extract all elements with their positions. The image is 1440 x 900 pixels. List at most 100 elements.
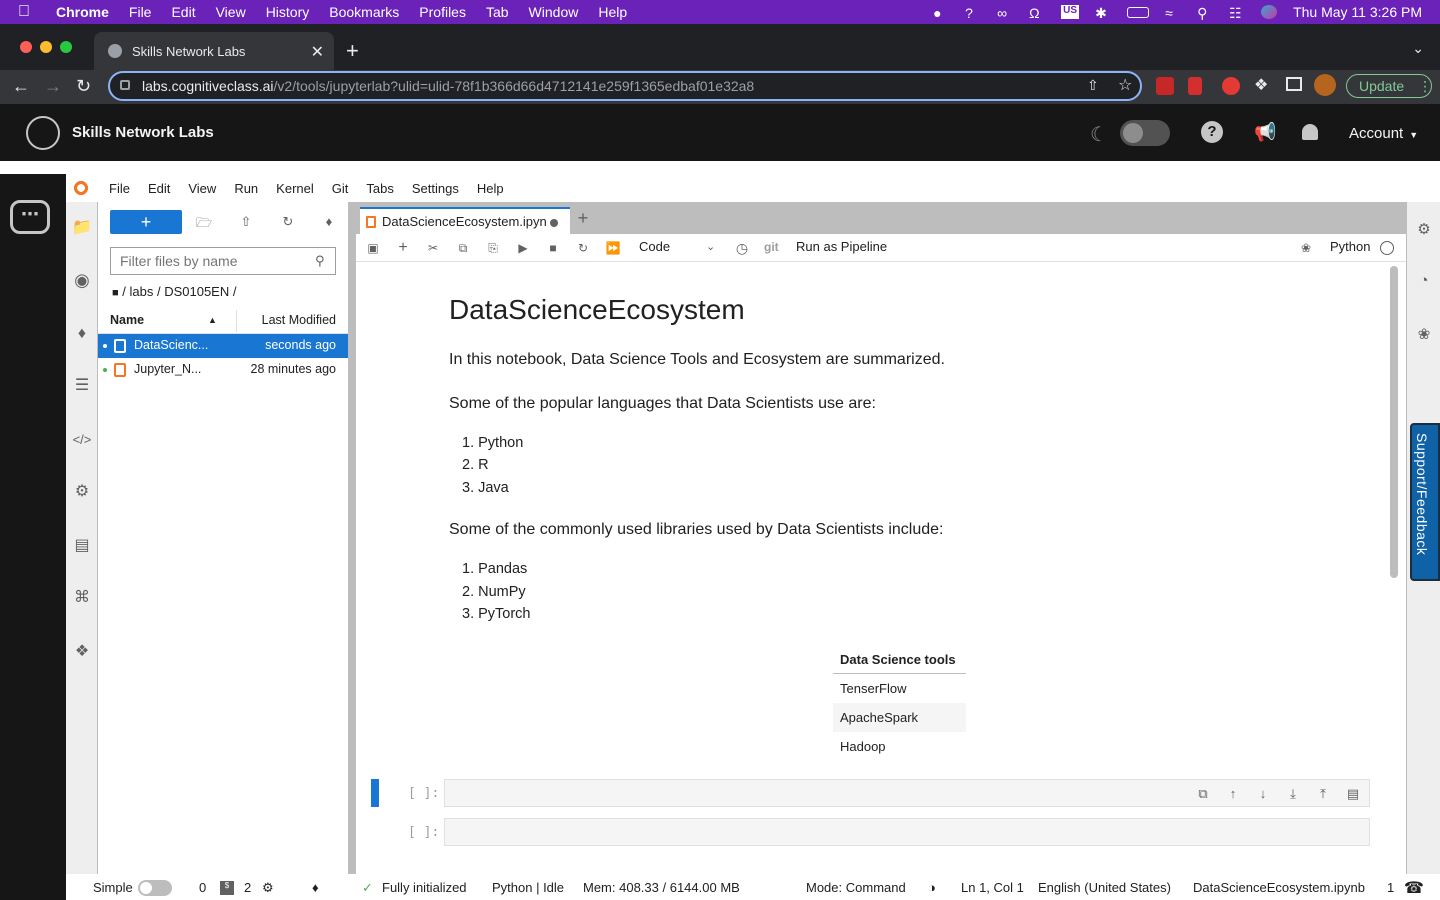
- new-tab-button[interactable]: +: [346, 38, 359, 64]
- control-center-icon[interactable]: ☷: [1229, 5, 1245, 21]
- side-panel-icon[interactable]: [1286, 77, 1302, 91]
- record-extension-icon[interactable]: [1222, 77, 1240, 95]
- kernels-count[interactable]: 2: [244, 880, 251, 895]
- help-status-icon[interactable]: ?: [965, 5, 981, 21]
- property-inspector-icon[interactable]: ⚙: [72, 482, 92, 502]
- stop-icon[interactable]: ■: [545, 240, 561, 256]
- battery-icon[interactable]: [1127, 6, 1150, 18]
- menu-run[interactable]: Run: [225, 181, 267, 196]
- save-icon[interactable]: ▣: [365, 240, 381, 256]
- git-icon[interactable]: ♦: [72, 324, 92, 344]
- skills-network-logo[interactable]: [26, 116, 60, 150]
- new-folder-icon[interactable]: 🗁: [195, 214, 213, 230]
- bookmark-star-icon[interactable]: ☆: [1118, 75, 1132, 95]
- bluetooth-icon[interactable]: ✱: [1095, 5, 1111, 21]
- browser-tab[interactable]: Skills Network Labs ✕: [94, 32, 334, 70]
- lsp-status[interactable]: Fully initialized: [382, 880, 467, 895]
- resource-gauge-icon[interactable]: ◔: [1415, 272, 1433, 290]
- evernote-icon[interactable]: ●: [933, 5, 949, 21]
- terminal-icon[interactable]: $: [220, 881, 234, 895]
- breadcrumb-path[interactable]: / labs / DS0105EN /: [122, 284, 236, 299]
- cell-type-select[interactable]: Code: [639, 239, 670, 254]
- sort-caret-icon[interactable]: ▲: [208, 315, 217, 325]
- refresh-icon[interactable]: ↻: [279, 214, 297, 230]
- site-title[interactable]: Skills Network Labs: [72, 124, 214, 141]
- mac-menu-window[interactable]: Window: [529, 4, 579, 20]
- property-inspector-icon[interactable]: ⚙: [1415, 220, 1433, 238]
- running-stop-icon[interactable]: ◉: [72, 270, 92, 290]
- mac-menu-profiles[interactable]: Profiles: [419, 4, 466, 20]
- restart-icon[interactable]: ↻: [575, 240, 591, 256]
- git-clone-icon[interactable]: ♦: [320, 214, 338, 230]
- run-icon[interactable]: ▶: [515, 240, 531, 256]
- share-icon[interactable]: ⇧: [1087, 77, 1099, 94]
- help-icon[interactable]: ?: [1201, 121, 1223, 143]
- keyboard-us-icon[interactable]: US: [1061, 5, 1080, 19]
- name-column-header[interactable]: Name: [110, 313, 144, 327]
- duplicate-cell-icon[interactable]: ⧉: [1195, 786, 1211, 802]
- app-menu[interactable]: Chrome: [56, 4, 109, 20]
- mac-menu-tab[interactable]: Tab: [486, 4, 509, 20]
- more-vert-icon[interactable]: ⋮: [1418, 78, 1432, 95]
- column-divider[interactable]: [236, 310, 237, 332]
- extensions-puzzle-icon[interactable]: ❖: [1254, 75, 1268, 95]
- menu-kernel[interactable]: Kernel: [267, 181, 323, 196]
- menu-view[interactable]: View: [179, 181, 225, 196]
- code-cell-input[interactable]: [444, 818, 1370, 846]
- tab-search-chevron-icon[interactable]: ⌄: [1412, 40, 1424, 57]
- table-of-contents-icon[interactable]: ☰: [72, 376, 92, 396]
- move-down-icon[interactable]: ↓: [1255, 786, 1271, 802]
- cursor-position[interactable]: Ln 1, Col 1: [961, 880, 1024, 895]
- profile-avatar[interactable]: [1314, 74, 1336, 96]
- git-status-icon[interactable]: ♦: [312, 880, 319, 895]
- mac-menu-file[interactable]: File: [129, 4, 152, 20]
- dark-mode-toggle[interactable]: [1120, 120, 1170, 146]
- trusted-shield-icon[interactable]: ◑: [928, 880, 936, 895]
- tab-close-icon[interactable]: ✕: [311, 42, 324, 62]
- notebook-catalog-icon[interactable]: ▤: [72, 536, 92, 556]
- reload-icon[interactable]: ↻: [76, 76, 98, 98]
- breadcrumb[interactable]: ■ / labs / DS0105EN /: [112, 284, 236, 299]
- paste-icon[interactable]: ⎘: [485, 240, 501, 256]
- insert-above-icon[interactable]: ⤓: [1285, 786, 1301, 802]
- file-row[interactable]: DataScienc... seconds ago: [98, 334, 348, 358]
- upload-icon[interactable]: ⇧: [237, 214, 255, 230]
- kernel-name[interactable]: Python: [1330, 239, 1370, 254]
- notification-bell-icon[interactable]: [1302, 124, 1318, 140]
- delete-cell-icon[interactable]: ▤: [1345, 786, 1361, 802]
- volume-extension-icon[interactable]: [1156, 77, 1174, 95]
- cut-icon[interactable]: ✂: [425, 240, 441, 256]
- filter-files-input[interactable]: [110, 247, 336, 275]
- code-snippets-icon[interactable]: </>: [72, 430, 92, 450]
- account-menu[interactable]: Account ▼: [1349, 125, 1418, 142]
- siri-icon[interactable]: [1261, 5, 1278, 19]
- run-as-pipeline-button[interactable]: Run as Pipeline: [796, 239, 887, 254]
- mac-menu-help[interactable]: Help: [598, 4, 627, 20]
- terminals-count[interactable]: 0: [199, 880, 206, 895]
- menu-file[interactable]: File: [100, 181, 139, 196]
- notification-bell-icon[interactable]: ☎: [1404, 878, 1424, 898]
- add-tab-icon[interactable]: +: [572, 208, 594, 232]
- menu-help[interactable]: Help: [468, 181, 513, 196]
- chat-icon[interactable]: ⋯: [10, 200, 50, 234]
- apple-icon[interactable]: : [18, 3, 30, 21]
- insert-cell-icon[interactable]: +: [395, 240, 411, 256]
- run-all-icon[interactable]: ⏩: [605, 240, 621, 256]
- mac-menu-bookmarks[interactable]: Bookmarks: [329, 4, 399, 20]
- red-extension-icon[interactable]: [1188, 77, 1202, 95]
- unsaved-dot-icon[interactable]: [550, 219, 558, 227]
- kernel-gear-icon[interactable]: ⚙: [262, 880, 274, 896]
- history-clock-icon[interactable]: ◷: [734, 240, 750, 256]
- headphones-icon[interactable]: Ω: [1029, 5, 1045, 21]
- support-feedback-tab[interactable]: Support/Feedback: [1410, 423, 1440, 581]
- lock-icon[interactable]: [120, 80, 130, 90]
- file-row[interactable]: Jupyter_N... 28 minutes ago: [98, 358, 348, 382]
- notebook-scrollbar[interactable]: [1390, 266, 1398, 578]
- extensions-icon[interactable]: ❖: [72, 642, 92, 662]
- panel-splitter[interactable]: [348, 202, 356, 874]
- window-close-button[interactable]: [20, 41, 32, 53]
- notebook-tab[interactable]: DataScienceEcosystem.ipyn: [360, 207, 570, 234]
- mac-menu-edit[interactable]: Edit: [171, 4, 195, 20]
- menu-clock[interactable]: Thu May 11 3:26 PM: [1293, 4, 1422, 20]
- chevron-down-icon[interactable]: ⌄: [706, 240, 715, 253]
